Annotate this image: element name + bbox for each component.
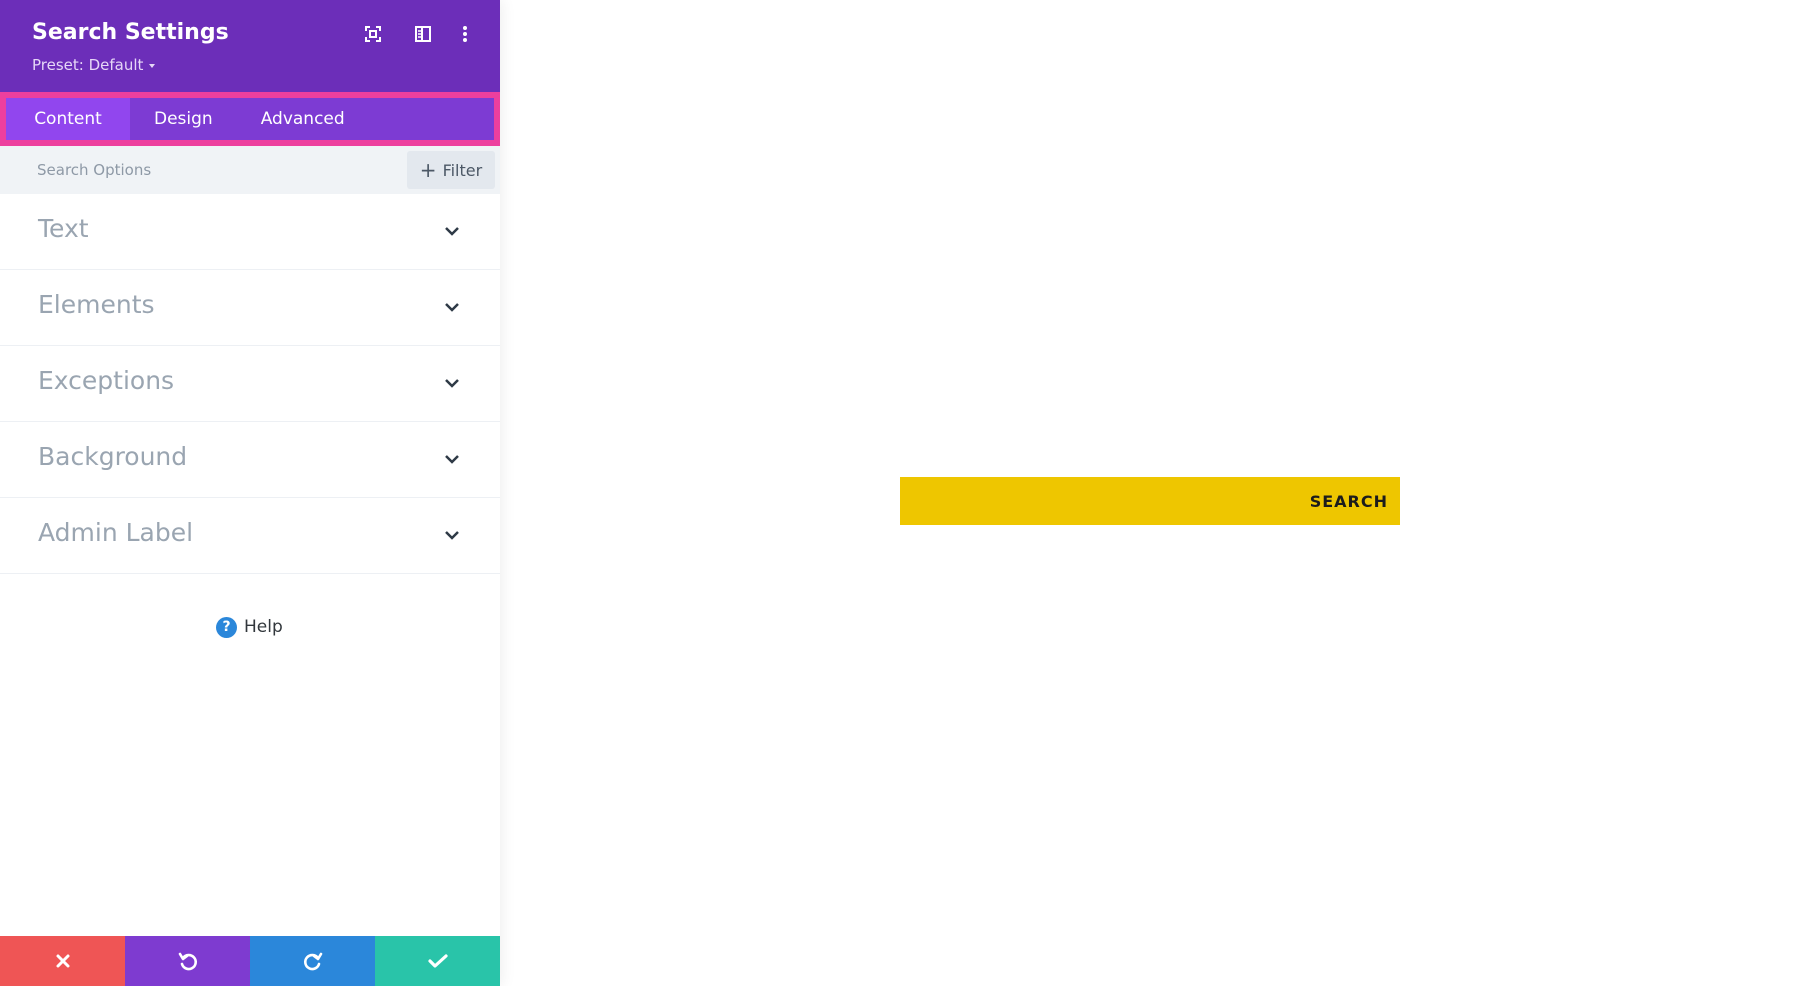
section-label: Admin Label [38, 518, 194, 547]
undo-button[interactable] [125, 936, 250, 986]
section-background[interactable]: Background [0, 422, 500, 498]
fullscreen-icon[interactable] [361, 22, 385, 46]
redo-icon [303, 952, 322, 971]
chevron-down-icon [445, 303, 459, 312]
section-label: Exceptions [38, 366, 175, 395]
tab-content[interactable]: Content [6, 98, 130, 140]
filter-label: Filter [442, 160, 483, 180]
section-label: Elements [38, 290, 155, 319]
plus-icon: + [419, 158, 437, 182]
search-widget: SEARCH [900, 477, 1400, 525]
close-icon [56, 954, 69, 968]
filter-button[interactable]: + Filter [407, 151, 495, 189]
panel-title: Search Settings [32, 20, 229, 45]
preset-label: Preset: Default [32, 56, 144, 74]
chevron-down-icon [445, 379, 459, 388]
section-label: Background [38, 442, 188, 471]
tab-advanced[interactable]: Advanced [237, 98, 369, 140]
discard-button[interactable] [0, 936, 125, 986]
tabs-container: Content Design Advanced [6, 98, 494, 140]
section-text[interactable]: Text [0, 194, 500, 270]
footer-actions [0, 936, 500, 986]
help-link[interactable]: ? Help [216, 616, 283, 638]
settings-panel: Search Settings Preset: Default Content … [0, 0, 500, 986]
chevron-down-icon [445, 531, 459, 540]
section-admin-label[interactable]: Admin Label [0, 498, 500, 574]
chevron-down-icon [445, 455, 459, 464]
more-options-icon[interactable] [453, 22, 477, 46]
save-button[interactable] [375, 936, 500, 986]
section-elements[interactable]: Elements [0, 270, 500, 346]
chevron-down-icon [445, 227, 459, 236]
section-label: Text [38, 214, 89, 243]
tab-design[interactable]: Design [130, 98, 237, 140]
search-submit-button[interactable]: SEARCH [1310, 477, 1388, 525]
redo-button[interactable] [250, 936, 375, 986]
panel-header: Search Settings Preset: Default [0, 0, 500, 92]
checkmark-icon [427, 954, 448, 968]
split-view-icon[interactable] [411, 22, 435, 46]
section-exceptions[interactable]: Exceptions [0, 346, 500, 422]
caret-down-icon [149, 63, 156, 68]
search-options-input[interactable] [20, 154, 400, 186]
search-field[interactable] [900, 477, 1260, 525]
tabs-bar: Content Design Advanced [0, 92, 500, 146]
preset-dropdown[interactable]: Preset: Default [32, 56, 156, 74]
undo-icon [178, 952, 197, 971]
help-label: Help [244, 617, 283, 637]
help-icon: ? [216, 616, 237, 638]
